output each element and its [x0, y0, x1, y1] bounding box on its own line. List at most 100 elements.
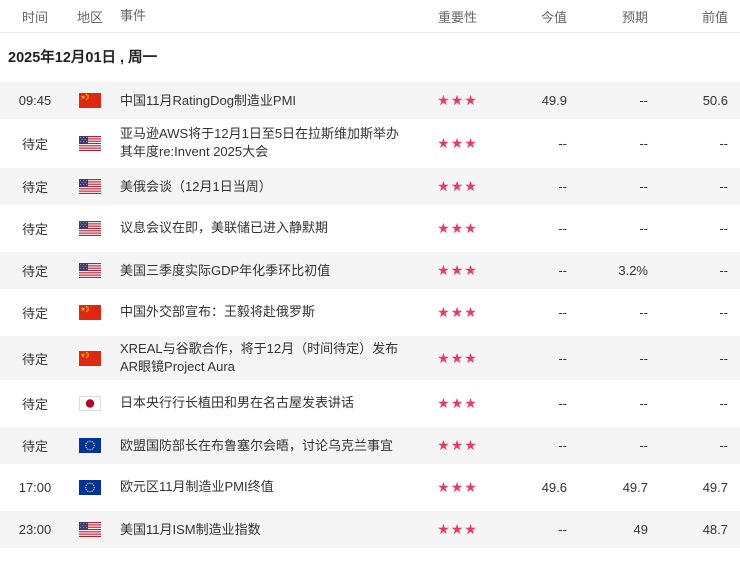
flag-eu-icon [79, 479, 101, 495]
previous-value: -- [719, 395, 728, 411]
previous-value: -- [719, 438, 728, 453]
table-header: 时间 地区 事件 重要性 今值 预期 前值 [0, 0, 740, 33]
importance-stars: ★★★ [437, 134, 478, 151]
event-title: 中国外交部宣布：王毅将赴俄罗斯 [120, 304, 316, 319]
country-flag [79, 395, 101, 411]
flag-usa-icon [79, 522, 101, 537]
actual-value: -- [558, 395, 567, 411]
forecast-value: -- [639, 395, 648, 411]
event-time: 待定 [21, 305, 48, 321]
event-title: 欧盟国防部长在布鲁塞尔会晤，讨论乌克兰事宜 [120, 437, 394, 453]
forecast-value: -- [639, 350, 648, 366]
event-time: 17:00 [18, 479, 52, 495]
flag-usa-icon [79, 220, 101, 236]
importance-stars: ★★★ [437, 262, 478, 278]
country-flag [79, 220, 101, 236]
previous-value: -- [719, 220, 728, 236]
region-cell [70, 304, 110, 320]
country-flag [79, 479, 101, 495]
event-title: XREAL与谷歌合作，将于12月（时间待定）发布AR眼镜Project Aura [120, 341, 399, 374]
country-flag [79, 179, 101, 194]
event-title: 日本央行行长植田和男在名古屋发表讲话 [120, 395, 355, 410]
flag-japan-icon [79, 395, 101, 411]
previous-value: -- [719, 179, 728, 194]
region-cell [70, 179, 110, 194]
previous-value: -- [719, 304, 728, 320]
table-body: 09:45 中国11月RatingDog制造业PMI ★★★ 49.9 -- 5… [0, 79, 740, 550]
table-row[interactable]: 09:45 中国11月RatingDog制造业PMI ★★★ 49.9 -- 5… [0, 79, 740, 121]
table-row[interactable]: 待定 [0, 291, 740, 333]
importance-stars: ★★★ [437, 521, 478, 537]
col-header-importance: 重要性 [437, 9, 477, 25]
forecast-value: 49 [633, 522, 648, 537]
previous-value: 50.6 [702, 93, 728, 108]
region-cell [70, 220, 110, 236]
previous-value: 48.7 [702, 522, 728, 537]
flag-eu-icon [79, 438, 101, 453]
actual-value: -- [558, 304, 567, 320]
forecast-value: -- [639, 438, 648, 453]
col-header-previous: 前值 [701, 9, 728, 25]
importance-stars: ★★★ [437, 219, 478, 236]
flag-china-icon [79, 350, 101, 366]
forecast-value: -- [639, 220, 648, 236]
table-row[interactable]: 待定 [0, 424, 740, 466]
table-row[interactable]: 待定 [0, 165, 740, 207]
importance-stars: ★★★ [437, 437, 478, 453]
event-time: 待定 [21, 439, 48, 454]
forecast-value: -- [639, 93, 648, 108]
event-time: 待定 [21, 180, 48, 195]
flag-usa-icon [79, 135, 101, 151]
region-cell [70, 93, 110, 108]
flag-china-icon [79, 304, 101, 320]
table-row[interactable]: 待定 [0, 382, 740, 424]
event-time: 待定 [21, 396, 48, 412]
event-title: 议息会议在即，美联储已进入静默期 [120, 220, 329, 235]
col-header-time: 时间 [21, 9, 48, 25]
table-row[interactable]: 待定 [0, 121, 740, 165]
importance-stars: ★★★ [437, 394, 478, 411]
region-cell [70, 438, 110, 453]
region-cell [70, 479, 110, 495]
region-cell [70, 395, 110, 411]
table-row[interactable]: 17:00 欧元区11月制造业PMI终值 ★★★ 49.6 49.7 49.7 [0, 466, 740, 508]
event-title: 亚马逊AWS将于12月1日至5日在拉斯维加斯举办其年度re:Invent 202… [120, 126, 400, 159]
economic-calendar: 时间 地区 事件 重要性 今值 预期 前值 2025年12月01日 , 周一 0… [0, 0, 740, 550]
forecast-value: -- [639, 135, 648, 151]
flag-usa-icon [79, 179, 101, 194]
event-time: 待定 [21, 136, 48, 152]
event-title: 美俄会谈（12月1日当周） [120, 178, 272, 194]
region-cell [70, 263, 110, 278]
importance-stars: ★★★ [437, 303, 478, 320]
col-header-region: 地区 [76, 9, 103, 25]
flag-china-icon [79, 93, 101, 108]
country-flag [79, 350, 101, 366]
actual-value: -- [558, 350, 567, 366]
country-flag [79, 135, 101, 151]
forecast-value: 3.2% [618, 263, 648, 278]
table-row[interactable]: 23:00 美国11月ISM制造业指数 ★★★ -- 49 48.7 [0, 508, 740, 550]
country-flag [79, 304, 101, 320]
event-time: 待定 [21, 351, 48, 367]
event-title: 美国11月ISM制造业指数 [120, 521, 261, 537]
table-row[interactable]: 待定 [0, 249, 740, 291]
event-time: 待定 [21, 264, 48, 279]
table-row[interactable]: 待定 [0, 333, 740, 382]
forecast-value: -- [639, 179, 648, 194]
actual-value: -- [558, 522, 567, 537]
forecast-value: -- [639, 304, 648, 320]
date-header: 2025年12月01日 , 周一 [8, 49, 158, 66]
forecast-value: 49.7 [622, 479, 648, 495]
previous-value: 49.7 [702, 479, 728, 495]
event-title: 欧元区11月制造业PMI终值 [120, 479, 274, 494]
table-row[interactable]: 待定 [0, 207, 740, 249]
actual-value: -- [558, 263, 567, 278]
actual-value: -- [558, 135, 567, 151]
actual-value: -- [558, 220, 567, 236]
actual-value: 49.9 [541, 93, 567, 108]
country-flag [79, 263, 101, 278]
importance-stars: ★★★ [437, 178, 478, 194]
event-time: 23:00 [18, 522, 52, 537]
event-time: 09:45 [18, 93, 52, 108]
col-header-event: 事件 [120, 8, 147, 23]
